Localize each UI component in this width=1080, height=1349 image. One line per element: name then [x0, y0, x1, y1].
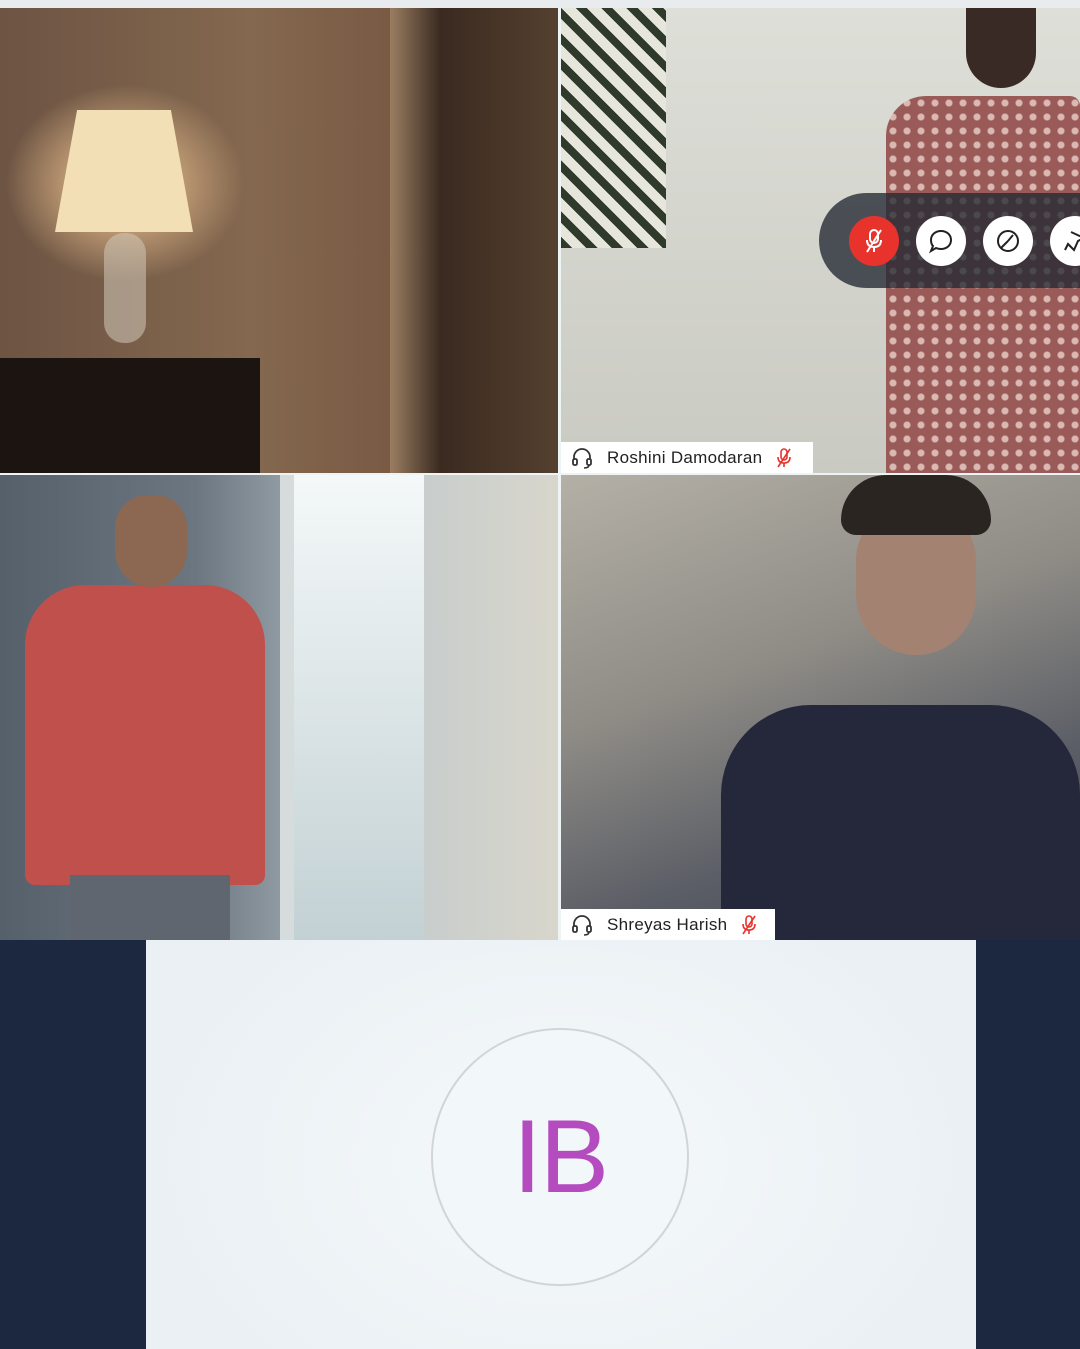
- headset-icon: [571, 446, 595, 470]
- lamp-base: [104, 233, 146, 343]
- participant-label: Shreyas Harish: [561, 909, 775, 940]
- mic-muted-icon: [741, 913, 761, 937]
- timer-icon[interactable]: [983, 216, 1033, 266]
- video-tile-participant[interactable]: [0, 475, 558, 940]
- curtain: [561, 8, 666, 248]
- chat-icon[interactable]: [916, 216, 966, 266]
- sidebar-left: [0, 940, 146, 1349]
- headset-icon: [571, 913, 595, 937]
- dresser: [0, 358, 260, 473]
- lamp-shade: [55, 110, 193, 232]
- participant-head: [966, 8, 1036, 88]
- avatar: IB: [431, 1028, 689, 1286]
- participant-name: Roshini Damodaran: [607, 447, 763, 467]
- mic-muted-icon[interactable]: [849, 216, 899, 266]
- headphones: [841, 475, 991, 535]
- video-tile-living-room[interactable]: [0, 8, 558, 473]
- participant-name: Shreyas Harish: [607, 914, 728, 934]
- participant-legs: [70, 875, 230, 940]
- participant-figure: [721, 705, 1080, 940]
- window: [280, 475, 424, 940]
- participant-label: Roshini Damodaran: [561, 442, 813, 473]
- top-bar: [0, 0, 1080, 8]
- self-view-tile[interactable]: IB: [146, 940, 976, 1349]
- doorway: [390, 8, 558, 473]
- call-controls-panel: [819, 193, 1080, 288]
- pin-icon[interactable]: [1050, 216, 1080, 266]
- participant-head: [115, 495, 187, 587]
- sidebar-right: [976, 940, 1080, 1349]
- avatar-initials: IB: [512, 1098, 609, 1215]
- participant-figure: [25, 585, 265, 885]
- video-tile-shreyas[interactable]: [561, 475, 1080, 940]
- mic-muted-icon: [776, 446, 796, 470]
